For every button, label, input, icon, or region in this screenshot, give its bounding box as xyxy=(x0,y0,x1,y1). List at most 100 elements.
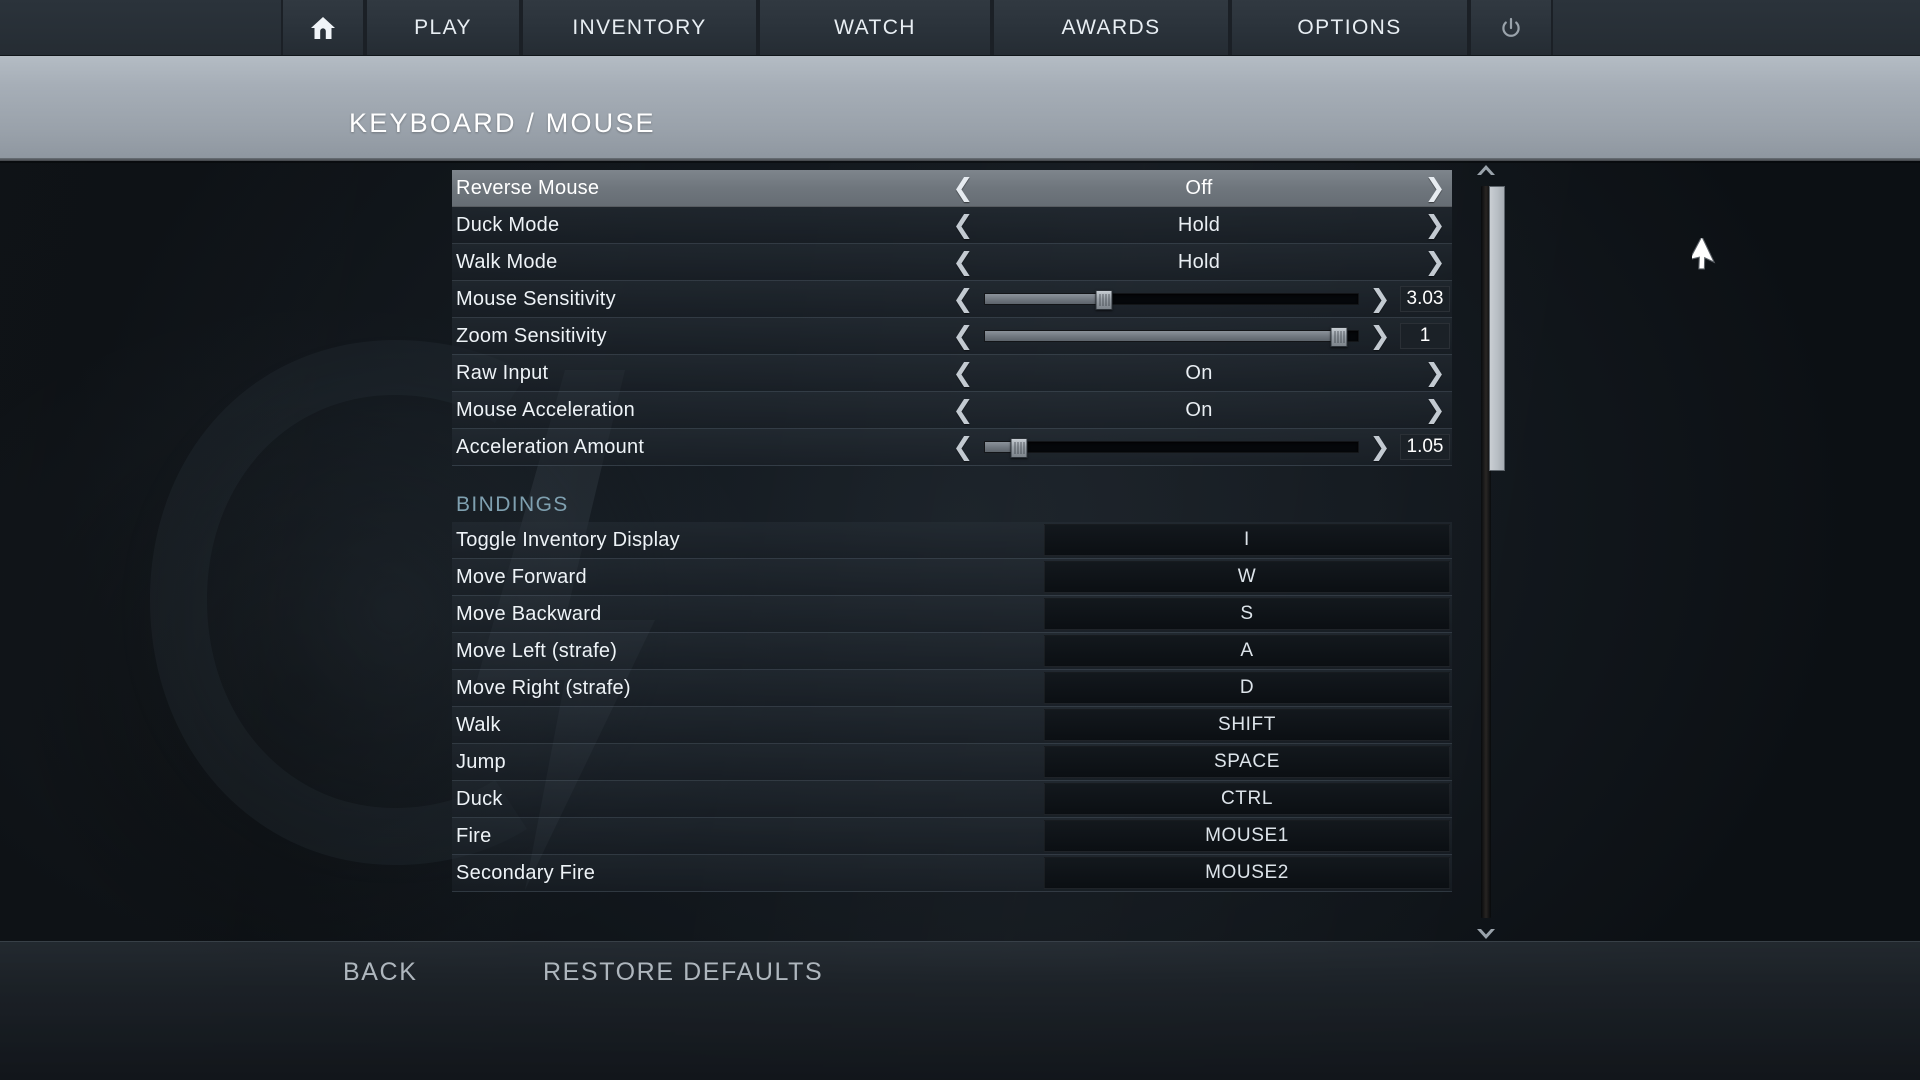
slider-handle[interactable] xyxy=(1095,290,1113,310)
power-icon xyxy=(1499,16,1523,40)
chevron-left-icon[interactable]: ❮ xyxy=(946,249,980,275)
bindings-section-title: BINDINGS xyxy=(456,493,569,516)
mouse-cursor-icon xyxy=(1688,235,1722,277)
binding-key-value[interactable]: D xyxy=(1044,672,1450,704)
setting-value: Hold xyxy=(1177,213,1221,236)
binding-key-value[interactable]: SPACE xyxy=(1044,746,1450,778)
setting-value: On xyxy=(1185,398,1213,421)
setting-control: ❮ On ❯ xyxy=(944,355,1452,391)
chevron-left-icon[interactable]: ❮ xyxy=(946,397,980,423)
chevron-left-icon[interactable]: ❮ xyxy=(946,175,980,201)
nav-tab-inventory[interactable]: INVENTORY xyxy=(521,0,758,55)
chevron-left-icon[interactable]: ❮ xyxy=(946,323,980,349)
chevron-right-icon[interactable]: ❯ xyxy=(1418,360,1452,386)
nav-left-spacer xyxy=(0,0,281,55)
setting-label: Duck Mode xyxy=(456,213,560,236)
binding-row[interactable]: Move Right (strafe) D xyxy=(452,670,1452,707)
binding-action-label: Move Right (strafe) xyxy=(456,676,631,699)
nav-tab-options[interactable]: OPTIONS xyxy=(1230,0,1469,55)
chevron-right-icon[interactable]: ❯ xyxy=(1418,397,1452,423)
binding-row[interactable]: Toggle Inventory Display I xyxy=(452,522,1452,559)
binding-action-label: Jump xyxy=(456,750,506,773)
chevron-left-icon[interactable]: ❮ xyxy=(946,434,980,460)
top-navigation-bar: PLAY INVENTORY WATCH AWARDS OPTIONS xyxy=(0,0,1920,56)
chevron-left-icon[interactable]: ❮ xyxy=(946,286,980,312)
footer-bar: BACK RESTORE DEFAULTS xyxy=(0,941,1920,1080)
setting-control: ❮ ❯ 1.05 xyxy=(944,429,1452,465)
binding-action-label: Duck xyxy=(456,787,503,810)
binding-key-value[interactable]: MOUSE2 xyxy=(1044,857,1450,889)
nav-home-button[interactable] xyxy=(281,0,365,55)
chevron-right-icon[interactable]: ❯ xyxy=(1418,212,1452,238)
slider-handle[interactable] xyxy=(1330,327,1348,347)
nav-right-spacer xyxy=(1553,0,1920,55)
chevron-right-icon[interactable]: ❯ xyxy=(1363,286,1397,312)
setting-label: Zoom Sensitivity xyxy=(456,324,607,347)
chevron-left-icon[interactable]: ❮ xyxy=(946,360,980,386)
setting-row[interactable]: Reverse Mouse ❮ Off ❯ xyxy=(452,170,1452,207)
chevron-left-icon[interactable]: ❮ xyxy=(946,212,980,238)
chevron-right-icon[interactable]: ❯ xyxy=(1418,175,1452,201)
binding-row[interactable]: Walk SHIFT xyxy=(452,707,1452,744)
scrollbar-up-arrow-icon[interactable] xyxy=(1470,158,1502,184)
slider-wrapper xyxy=(980,429,1363,465)
binding-key-value[interactable]: A xyxy=(1044,635,1450,667)
setting-row[interactable]: Raw Input ❮ On ❯ xyxy=(452,355,1452,392)
binding-action-label: Secondary Fire xyxy=(456,861,596,884)
scrollbar[interactable] xyxy=(1470,158,1505,946)
chevron-right-icon[interactable]: ❯ xyxy=(1363,434,1397,460)
binding-key-value[interactable]: W xyxy=(1044,561,1450,593)
setting-label: Walk Mode xyxy=(456,250,558,273)
setting-row[interactable]: Acceleration Amount ❮ ❯ 1.05 xyxy=(452,429,1452,466)
binding-key-value[interactable]: MOUSE1 xyxy=(1044,820,1450,852)
chevron-right-icon[interactable]: ❯ xyxy=(1418,249,1452,275)
slider-value-readout: 3.03 xyxy=(1400,286,1450,312)
nav-tab-watch-label: WATCH xyxy=(834,15,916,39)
nav-tab-awards-label: AWARDS xyxy=(1061,15,1161,39)
binding-action-label: Move Left (strafe) xyxy=(456,639,618,662)
page-header-band: KEYBOARD / MOUSE xyxy=(0,56,1920,161)
nav-tab-watch[interactable]: WATCH xyxy=(758,0,992,55)
binding-key-value[interactable]: S xyxy=(1044,598,1450,630)
slider-track[interactable] xyxy=(984,290,1359,310)
binding-action-label: Move Backward xyxy=(456,602,602,625)
nav-tab-awards[interactable]: AWARDS xyxy=(992,0,1230,55)
setting-label: Mouse Sensitivity xyxy=(456,287,616,310)
setting-control: ❮ Hold ❯ xyxy=(944,207,1452,243)
binding-key-value[interactable]: CTRL xyxy=(1044,783,1450,815)
setting-value: On xyxy=(1185,361,1213,384)
binding-row[interactable]: Duck CTRL xyxy=(452,781,1452,818)
binding-row[interactable]: Fire MOUSE1 xyxy=(452,818,1452,855)
slider-track[interactable] xyxy=(984,327,1359,347)
scrollbar-track[interactable] xyxy=(1481,186,1505,918)
setting-label: Raw Input xyxy=(456,361,549,384)
nav-tab-play-label: PLAY xyxy=(414,15,472,39)
binding-row[interactable]: Move Left (strafe) A xyxy=(452,633,1452,670)
setting-label: Reverse Mouse xyxy=(456,176,600,199)
settings-list: Reverse Mouse ❮ Off ❯ Duck Mode ❮ Hold ❯ Walk Mo… xyxy=(452,170,1452,466)
binding-row[interactable]: Move Forward W xyxy=(452,559,1452,596)
setting-row[interactable]: Duck Mode ❮ Hold ❯ xyxy=(452,207,1452,244)
setting-row[interactable]: Mouse Acceleration ❮ On ❯ xyxy=(452,392,1452,429)
nav-tab-options-label: OPTIONS xyxy=(1297,15,1402,39)
binding-row[interactable]: Secondary Fire MOUSE2 xyxy=(452,855,1452,892)
setting-row[interactable]: Mouse Sensitivity ❮ ❯ 3.03 xyxy=(452,281,1452,318)
setting-row[interactable]: Zoom Sensitivity ❮ ❯ 1 xyxy=(452,318,1452,355)
page-title: KEYBOARD / MOUSE xyxy=(349,108,656,138)
setting-label: Mouse Acceleration xyxy=(456,398,636,421)
restore-defaults-button[interactable]: RESTORE DEFAULTS xyxy=(543,958,823,987)
scrollbar-thumb[interactable] xyxy=(1489,186,1505,471)
setting-row[interactable]: Walk Mode ❮ Hold ❯ xyxy=(452,244,1452,281)
slider-handle[interactable] xyxy=(1010,438,1028,458)
nav-quit-button[interactable] xyxy=(1469,0,1553,55)
nav-tab-play[interactable]: PLAY xyxy=(365,0,521,55)
binding-row[interactable]: Move Backward S xyxy=(452,596,1452,633)
binding-row[interactable]: Jump SPACE xyxy=(452,744,1452,781)
back-button[interactable]: BACK xyxy=(343,958,417,987)
setting-value: Off xyxy=(1185,176,1213,199)
setting-control: ❮ ❯ 3.03 xyxy=(944,281,1452,317)
binding-key-value[interactable]: I xyxy=(1044,524,1450,556)
chevron-right-icon[interactable]: ❯ xyxy=(1363,323,1397,349)
slider-track[interactable] xyxy=(984,438,1359,458)
binding-key-value[interactable]: SHIFT xyxy=(1044,709,1450,741)
